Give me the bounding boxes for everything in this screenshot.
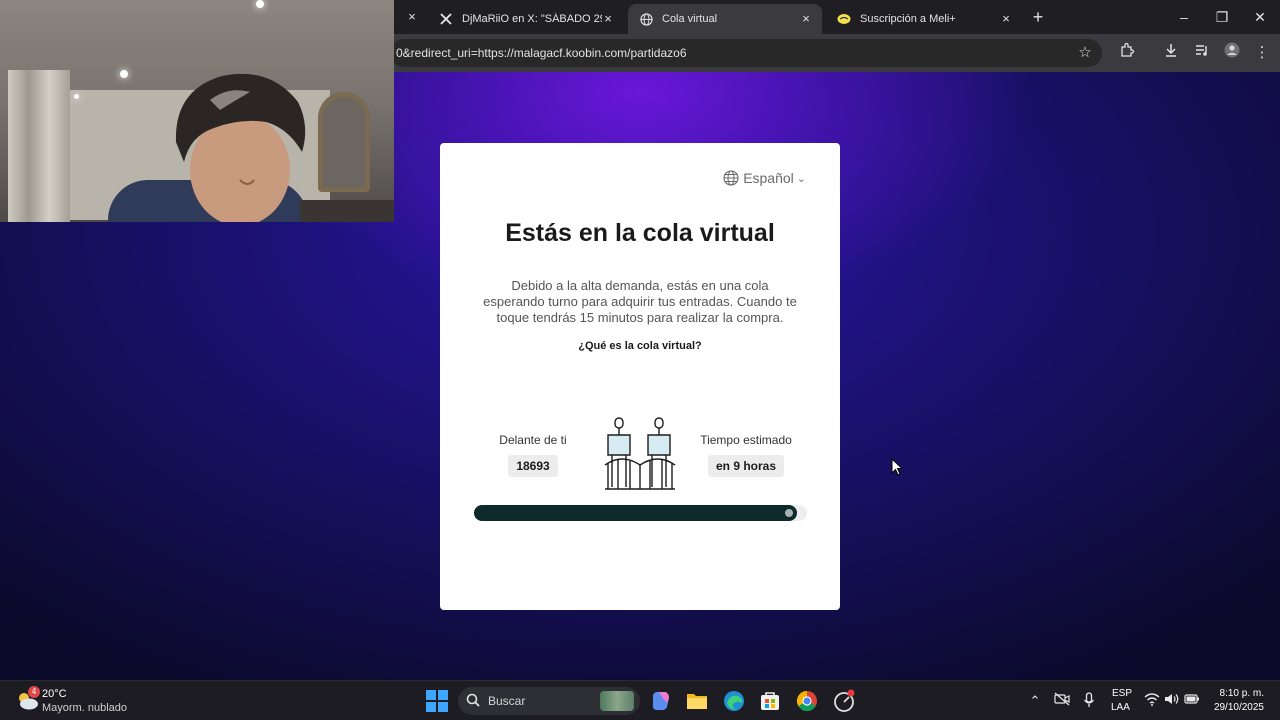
webcam-overlay (0, 0, 394, 222)
webcam-furniture (300, 200, 394, 222)
file-explorer-icon[interactable] (685, 689, 709, 713)
tab-title: DjMaRiiO en X: "SÁBADO 29 DE (462, 13, 602, 25)
ahead-label: Delante de ti (499, 433, 567, 447)
eta-value: en 9 horas (707, 455, 785, 477)
tab-meli[interactable]: Suscripción a Meli+ × (826, 4, 1022, 34)
queue-description: Debido a la alta demanda, estás en una c… (483, 278, 797, 325)
minimize-button[interactable]: – (1172, 6, 1196, 28)
eta-stat: Tiempo estimado en 9 horas (696, 433, 796, 477)
microphone-icon[interactable] (1080, 692, 1098, 710)
webcam-person (175, 73, 306, 222)
url-text[interactable]: 0&redirect_uri=https://malagacf.koobin.c… (396, 46, 687, 60)
copilot-icon[interactable] (649, 689, 673, 713)
windows-start-icon[interactable] (426, 690, 448, 712)
tab-close-icon[interactable]: × (798, 11, 814, 27)
chevron-down-icon: ⌄ (796, 172, 806, 185)
search-icon (466, 693, 482, 709)
tab-close-icon[interactable]: × (998, 11, 1014, 27)
page-title: Estás en la cola virtual (505, 219, 775, 247)
queue-card: Español ⌄ Estás en la cola virtual Debid… (440, 143, 840, 610)
chrome-icon[interactable] (795, 689, 819, 713)
maximize-button[interactable]: ❐ (1210, 6, 1234, 28)
tab-close-icon[interactable]: × (400, 6, 424, 28)
clock-date[interactable]: 29/10/2025 (1214, 702, 1264, 713)
language-label: Español (743, 170, 794, 186)
close-window-button[interactable]: ✕ (1248, 6, 1272, 28)
clock-time[interactable]: 8:10 p. m. (1220, 688, 1264, 699)
progress-fill (474, 505, 797, 521)
store-icon[interactable] (758, 689, 782, 713)
menu-dots-icon[interactable]: ⋮ (1251, 42, 1273, 64)
tab-title: Suscripción a Meli+ (860, 13, 956, 25)
weather-temperature[interactable]: 20°C (42, 688, 67, 700)
language-selector[interactable]: Español ⌄ (723, 170, 806, 186)
media-control-icon[interactable] (1191, 42, 1213, 64)
profile-avatar-icon[interactable] (1221, 42, 1243, 64)
search-highlight-image (600, 691, 634, 711)
tab-djmariio[interactable]: DjMaRiiO en X: "SÁBADO 29 DE × (428, 4, 624, 34)
address-bar[interactable]: 0&redirect_uri=https://malagacf.koobin.c… (390, 39, 1102, 67)
globe-icon (638, 11, 654, 27)
x-logo-icon (438, 11, 454, 27)
volume-icon[interactable] (1163, 692, 1181, 710)
weather-badge: 4 (28, 686, 40, 698)
speedometer-app-icon[interactable] (832, 689, 856, 713)
keyboard-layout[interactable]: LAA (1111, 702, 1130, 713)
eta-label: Tiempo estimado (700, 433, 792, 447)
weather-description[interactable]: Mayorm. nublado (42, 702, 127, 714)
webcam-mirror (318, 92, 370, 192)
ceiling-light (256, 0, 264, 8)
camera-off-icon[interactable] (1053, 692, 1071, 710)
edge-icon[interactable] (722, 689, 746, 713)
bookmark-star-icon[interactable]: ☆ (1074, 42, 1096, 64)
queue-people-icon (604, 417, 676, 490)
ahead-stat: Delante de ti 18693 (492, 433, 574, 477)
tab-cola-virtual[interactable]: Cola virtual × (628, 4, 822, 34)
tab-close-icon[interactable]: × (600, 11, 616, 27)
globe-icon (723, 170, 739, 186)
webcam-curtain (8, 70, 70, 222)
what-is-queue-link[interactable]: ¿Qué es la cola virtual? (440, 340, 840, 352)
ahead-value: 18693 (508, 455, 558, 477)
extensions-icon[interactable] (1116, 42, 1138, 64)
chevron-up-icon[interactable]: ⌃ (1026, 692, 1044, 710)
wifi-icon[interactable] (1143, 692, 1161, 710)
queue-progress-bar (474, 505, 807, 521)
new-tab-button[interactable]: + (1028, 7, 1048, 27)
download-icon[interactable] (1160, 42, 1182, 64)
tab-title: Cola virtual (662, 13, 718, 25)
search-placeholder: Buscar (488, 694, 526, 708)
keyboard-language[interactable]: ESP (1112, 688, 1132, 699)
mouse-cursor-icon (891, 458, 903, 476)
progress-indicator (785, 509, 793, 517)
ceiling-light (74, 94, 79, 99)
ceiling-light (120, 70, 128, 78)
taskbar: 4 20°C Mayorm. nublado Buscar ⌃ ESP LAA … (0, 680, 1280, 720)
meli-icon (836, 11, 852, 27)
battery-icon[interactable] (1183, 692, 1201, 710)
taskbar-search[interactable]: Buscar (458, 687, 640, 715)
